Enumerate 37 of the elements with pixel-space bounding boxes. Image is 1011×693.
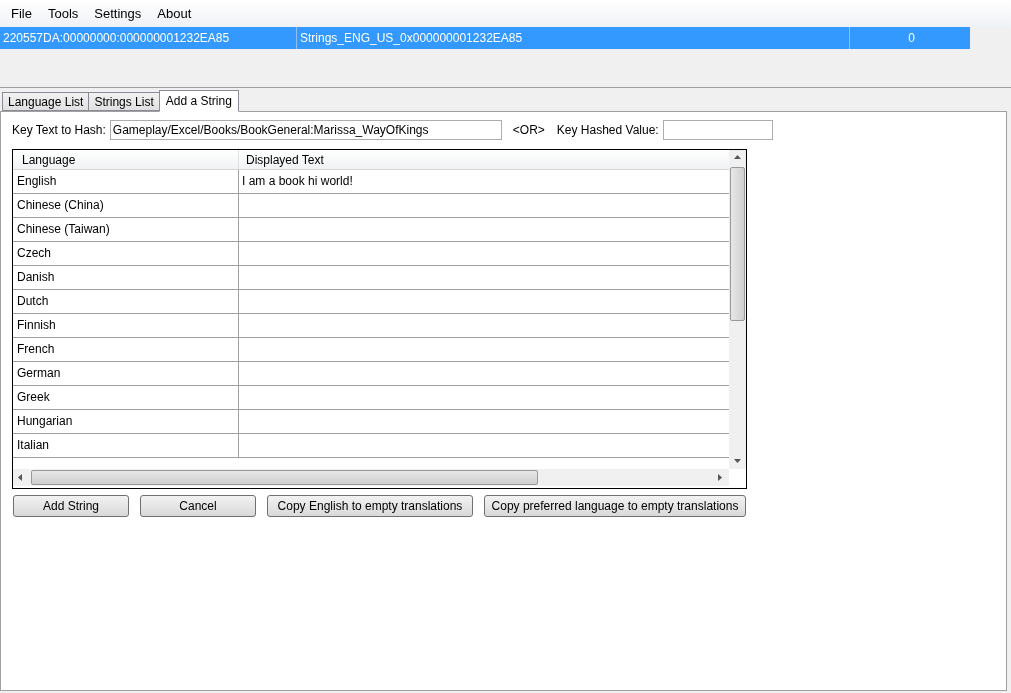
tab[interactable]: Add a String — [158, 90, 239, 112]
table-cell: Chinese (China) — [13, 194, 239, 217]
table-cell: English — [13, 170, 239, 193]
key-hashed-label: Key Hashed Value: — [556, 122, 659, 139]
scroll-right-arrow-icon[interactable] — [718, 474, 723, 481]
or-label: <OR> — [512, 122, 545, 139]
vertical-scrollbar[interactable] — [729, 150, 746, 469]
table-cell-text: I am a book hi world! — [241, 173, 354, 190]
table-cell: Greek — [13, 386, 239, 409]
button[interactable]: Add String — [13, 495, 129, 517]
table-cell: Czech — [13, 242, 239, 265]
table-cell: Italian — [13, 434, 239, 457]
scroll-up-arrow-icon[interactable] — [734, 155, 741, 160]
horizontal-scrollbar[interactable] — [13, 469, 729, 486]
table-cell: German — [13, 362, 239, 385]
key-text-label: Key Text to Hash: — [12, 122, 106, 139]
column-header[interactable]: Language — [13, 150, 239, 169]
menu-item[interactable]: Settings — [86, 3, 150, 24]
table-cell: Hungarian — [13, 410, 239, 433]
scroll-left-arrow-icon[interactable] — [18, 474, 23, 481]
table-cell: French — [13, 338, 239, 361]
tab[interactable]: Language List — [2, 92, 90, 111]
menu-item[interactable]: Tools — [39, 3, 87, 24]
table-cell: Chinese (Taiwan) — [13, 218, 239, 241]
key-hashed-field[interactable] — [662, 120, 773, 140]
scroll-down-arrow-icon[interactable] — [734, 459, 741, 464]
button[interactable]: Cancel — [140, 495, 256, 517]
menu-item[interactable]: About — [149, 3, 200, 24]
table-cell: Danish — [13, 266, 239, 289]
button[interactable]: Copy preferred language to empty translations — [484, 495, 746, 517]
tab[interactable]: Strings List — [88, 92, 160, 111]
menu-item[interactable]: File — [3, 3, 40, 24]
key-text-field[interactable]: Gameplay/Excel/Books/BookGeneral:Marissa_WayOfKings — [109, 120, 502, 140]
table-cell: Dutch — [13, 290, 239, 313]
column-header[interactable]: Displayed Text — [239, 150, 729, 169]
table-cell: Finnish — [13, 314, 239, 337]
button[interactable]: Copy English to empty translations — [267, 495, 473, 517]
